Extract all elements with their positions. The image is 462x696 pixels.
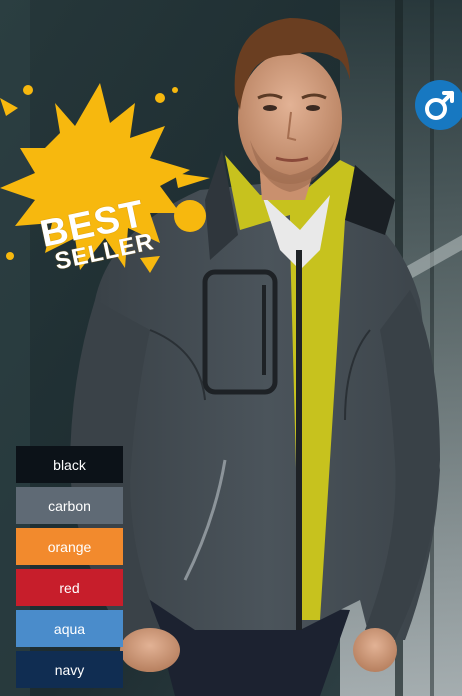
swatch-black[interactable]: black [16,446,123,483]
swatch-label: orange [47,538,92,555]
swatch-red[interactable]: red [16,569,123,606]
swatch-carbon[interactable]: carbon [16,487,123,524]
best-seller-badge: BEST SELLER [0,78,215,276]
swatch-label: aqua [53,620,86,637]
swatch-navy[interactable]: navy [16,651,123,688]
swatch-label: carbon [48,497,91,514]
color-swatch-list: black carbon orange red aqua navy [16,446,123,692]
swatch-label: black [53,456,86,473]
swatch-label: navy [54,661,85,678]
swatch-aqua[interactable]: aqua [16,610,123,647]
swatch-orange[interactable]: orange [16,528,123,565]
male-symbol-icon [415,80,462,130]
swatch-label: red [59,579,80,596]
